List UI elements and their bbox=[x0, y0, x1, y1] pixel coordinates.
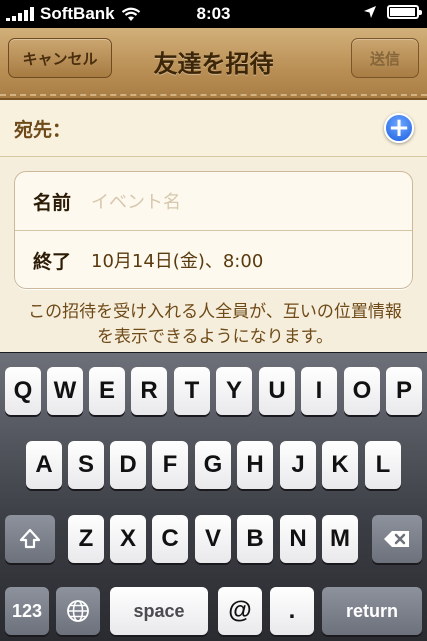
key-u[interactable]: U bbox=[259, 367, 295, 415]
navigation-bar: キャンセル 友達を招待 送信 bbox=[0, 28, 427, 100]
key-a[interactable]: A bbox=[26, 441, 62, 489]
status-bar: SoftBank 8:03 bbox=[0, 0, 427, 28]
key-j[interactable]: J bbox=[280, 441, 316, 489]
key-y[interactable]: Y bbox=[216, 367, 252, 415]
key-w[interactable]: W bbox=[47, 367, 83, 415]
battery-level bbox=[390, 8, 415, 16]
end-time-value[interactable]: 10月14日(金)、8:00 bbox=[91, 247, 263, 273]
end-time-row[interactable]: 終了 10月14日(金)、8:00 bbox=[15, 231, 412, 288]
send-button[interactable]: 送信 bbox=[351, 38, 419, 78]
end-label: 終了 bbox=[33, 250, 72, 273]
location-sharing-note: この招待を受け入れる人全員が、互いの位置情報を表示できるようになります。 bbox=[28, 302, 402, 347]
event-name-row[interactable]: 名前 イベント名 bbox=[15, 172, 412, 231]
add-recipient-plus-icon[interactable]: + bbox=[384, 113, 414, 143]
key-t[interactable]: T bbox=[174, 367, 210, 415]
shift-key[interactable] bbox=[5, 515, 55, 563]
at-key[interactable]: @ bbox=[218, 587, 262, 635]
delete-key[interactable] bbox=[372, 515, 422, 563]
key-z[interactable]: Z bbox=[68, 515, 104, 563]
backspace-icon bbox=[384, 531, 409, 547]
location-arrow-icon bbox=[364, 6, 376, 18]
key-i[interactable]: I bbox=[301, 367, 337, 415]
key-p[interactable]: P bbox=[386, 367, 422, 415]
shift-arrow-icon bbox=[19, 528, 41, 549]
key-h[interactable]: H bbox=[237, 441, 273, 489]
name-label: 名前 bbox=[33, 191, 72, 214]
key-o[interactable]: O bbox=[344, 367, 380, 415]
key-s[interactable]: S bbox=[68, 441, 104, 489]
key-k[interactable]: K bbox=[322, 441, 358, 489]
space-key[interactable]: space bbox=[110, 587, 208, 635]
key-q[interactable]: Q bbox=[5, 367, 41, 415]
key-x[interactable]: X bbox=[110, 515, 146, 563]
key-v[interactable]: V bbox=[195, 515, 231, 563]
battery-icon bbox=[387, 5, 422, 19]
globe-icon bbox=[67, 600, 89, 622]
key-m[interactable]: M bbox=[322, 515, 358, 563]
key-r[interactable]: R bbox=[131, 367, 167, 415]
key-l[interactable]: L bbox=[365, 441, 401, 489]
key-d[interactable]: D bbox=[110, 441, 146, 489]
return-key[interactable]: return bbox=[322, 587, 422, 635]
numbers-key[interactable]: 123 bbox=[5, 587, 49, 635]
key-c[interactable]: C bbox=[152, 515, 188, 563]
language-key[interactable] bbox=[56, 587, 100, 635]
status-right bbox=[363, 5, 422, 19]
event-form-card: 名前 イベント名 終了 10月14日(金)、8:00 bbox=[14, 171, 413, 289]
keyboard: Q W E R T Y U I O P A S D F G H J K L Z … bbox=[0, 352, 427, 641]
event-name-input[interactable]: イベント名 bbox=[91, 188, 181, 214]
key-n[interactable]: N bbox=[280, 515, 316, 563]
recipient-label: 宛先： bbox=[14, 119, 72, 141]
key-b[interactable]: B bbox=[237, 515, 273, 563]
key-e[interactable]: E bbox=[89, 367, 125, 415]
recipient-field[interactable]: 宛先： + bbox=[0, 100, 427, 157]
key-g[interactable]: G bbox=[195, 441, 231, 489]
key-f[interactable]: F bbox=[152, 441, 188, 489]
dot-key[interactable]: . bbox=[270, 587, 314, 635]
